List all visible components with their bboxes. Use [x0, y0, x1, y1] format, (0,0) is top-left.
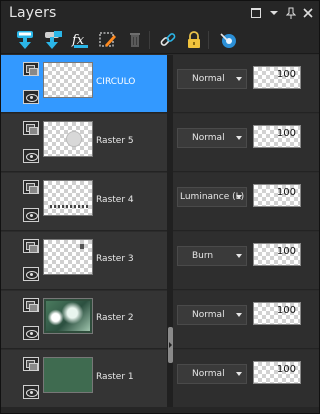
layer-row-raster-5[interactable]: Raster 5 Normal 100 [1, 114, 319, 173]
layer-row-properties: Normal 100 [173, 55, 319, 113]
layer-name[interactable]: Raster 1 [96, 372, 134, 382]
layer-type-icon[interactable] [23, 357, 39, 371]
opacity-field[interactable]: 100 [253, 184, 301, 207]
layer-type-icon[interactable] [23, 239, 39, 253]
blend-mode-dropdown[interactable]: Normal [177, 69, 247, 89]
layer-row-raster-2[interactable]: Raster 2 Normal 100 [1, 291, 319, 350]
chevron-down-icon [236, 372, 242, 376]
layer-row-circulo[interactable]: CIRCULO Normal 100 [1, 55, 319, 114]
layer-thumbnail [43, 239, 93, 275]
blend-mode-dropdown[interactable]: Normal [177, 364, 247, 384]
fx-icon[interactable]: fx [71, 30, 91, 50]
toolbar-separator [208, 31, 209, 49]
palette-title: Layers [9, 5, 57, 21]
layer-type-icon[interactable] [23, 121, 39, 135]
blend-mode-value: Normal [192, 74, 225, 84]
new-mask-icon[interactable] [43, 30, 63, 50]
layer-row-main[interactable]: Raster 1 [1, 350, 167, 408]
thumbnail-mark [80, 244, 84, 249]
blend-mode-value: Normal [192, 133, 225, 143]
visibility-eye-icon[interactable] [23, 385, 39, 399]
blend-mode-dropdown[interactable]: Luminance (L) [177, 187, 247, 207]
link-icon[interactable] [158, 30, 178, 50]
visibility-eye-icon[interactable] [23, 208, 39, 222]
layer-thumbnail [43, 180, 93, 216]
chevron-down-icon [236, 77, 242, 81]
eye-globe-icon[interactable] [218, 30, 238, 50]
layers-toolbar: fx [1, 27, 319, 54]
close-icon[interactable] [301, 6, 315, 20]
blend-mode-value: Normal [192, 369, 225, 379]
trash-icon[interactable] [125, 30, 145, 50]
layer-thumbnail [43, 357, 93, 393]
blend-mode-value: Normal [192, 310, 225, 320]
chevron-down-icon [236, 136, 242, 140]
visibility-eye-icon[interactable] [23, 326, 39, 340]
thumbnail-stripe [50, 205, 88, 208]
blend-mode-dropdown[interactable]: Burn [177, 246, 247, 266]
layer-row-main[interactable]: Raster 5 [1, 114, 167, 172]
layer-type-icon[interactable] [23, 298, 39, 312]
chevron-down-icon [236, 254, 242, 258]
layers-palette: Layers fx CIRCULO Normal 100 Raster 5 No… [0, 0, 320, 414]
layer-thumbnail [43, 298, 93, 334]
opacity-field[interactable]: 100 [253, 361, 301, 384]
pin-icon[interactable] [284, 6, 298, 20]
opacity-field[interactable]: 100 [253, 243, 301, 266]
layer-row-raster-4[interactable]: Raster 4 Luminance (L) 100 [1, 173, 319, 232]
layer-type-icon[interactable] [23, 180, 39, 194]
opacity-field[interactable]: 100 [253, 66, 301, 89]
visibility-eye-icon[interactable] [23, 267, 39, 281]
splitter-collapse-handle[interactable] [168, 327, 173, 363]
layer-row-properties: Normal 100 [173, 291, 319, 349]
layer-name[interactable]: Raster 3 [96, 254, 134, 264]
layers-list: CIRCULO Normal 100 Raster 5 Normal 100 R… [1, 55, 319, 409]
title-bar[interactable]: Layers [1, 1, 319, 27]
visibility-eye-icon[interactable] [23, 149, 39, 163]
layer-row-main[interactable]: Raster 3 [1, 232, 167, 290]
layer-thumbnail [43, 121, 93, 157]
layer-name[interactable]: CIRCULO [96, 77, 135, 87]
layer-thumbnail [43, 62, 93, 98]
toolbar-separator [149, 31, 150, 49]
chevron-down-icon [236, 195, 242, 199]
layer-name[interactable]: Raster 2 [96, 313, 134, 323]
layer-row-properties: Luminance (L) 100 [173, 173, 319, 231]
layer-row-main[interactable]: Raster 4 [1, 173, 167, 231]
layer-name[interactable]: Raster 5 [96, 136, 134, 146]
blend-mode-dropdown[interactable]: Normal [177, 305, 247, 325]
layer-row-properties: Burn 100 [173, 232, 319, 290]
layer-name[interactable]: Raster 4 [96, 195, 134, 205]
layer-row-main[interactable]: CIRCULO [1, 55, 167, 113]
blend-mode-dropdown[interactable]: Normal [177, 128, 247, 148]
layer-row-properties: Normal 100 [173, 114, 319, 172]
thumbnail-light-texture [46, 301, 90, 331]
thumbnail-circle-shape [66, 131, 82, 147]
menu-caret-icon[interactable] [267, 6, 281, 20]
palette-bottom-edge [1, 407, 319, 413]
chevron-down-icon [236, 313, 242, 317]
restore-icon[interactable] [249, 6, 263, 20]
blend-mode-value: Burn [192, 251, 214, 261]
visibility-eye-icon[interactable] [23, 90, 39, 104]
opacity-field[interactable]: 100 [253, 302, 301, 325]
layer-type-icon[interactable] [23, 62, 39, 76]
opacity-field[interactable]: 100 [253, 125, 301, 148]
layer-row-raster-3[interactable]: Raster 3 Burn 100 [1, 232, 319, 291]
layer-row-main[interactable]: Raster 2 [1, 291, 167, 349]
layer-row-properties: Normal 100 [173, 350, 319, 408]
edit-selection-icon[interactable] [98, 30, 118, 50]
lock-icon[interactable] [184, 30, 204, 50]
blend-mode-value: Luminance (L) [180, 192, 245, 202]
new-layer-icon[interactable] [15, 30, 35, 50]
layer-row-raster-1[interactable]: Raster 1 Normal 100 [1, 350, 319, 409]
